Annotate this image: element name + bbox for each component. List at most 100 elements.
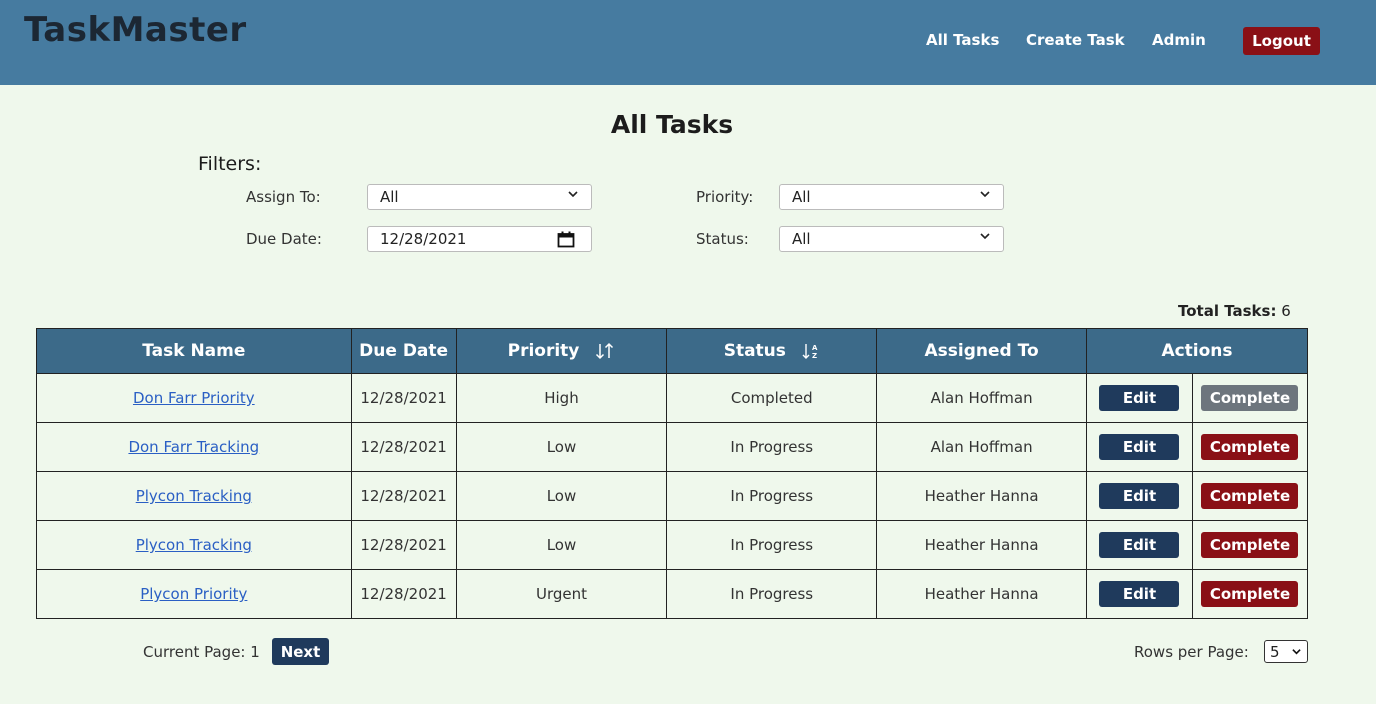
nav-admin[interactable]: Admin: [1152, 31, 1206, 49]
assign-to-select[interactable]: All: [367, 184, 592, 210]
rows-per-page-select[interactable]: 5: [1264, 640, 1308, 663]
col-assigned-to: Assigned To: [876, 328, 1087, 374]
col-status-label: Status: [723, 341, 786, 361]
table-header-row: Task Name Due Date Priority Status A Z A…: [36, 328, 1309, 374]
table-row: Plycon Tracking 12/28/2021 Low In Progress H…: [36, 520, 1309, 570]
col-task-name-label: Task Name: [142, 341, 246, 361]
task-name-link[interactable]: Don Farr Tracking: [128, 438, 259, 456]
due-date-cell: 12/28/2021: [350, 422, 457, 472]
rows-per-page-label: Rows per Page:: [1134, 643, 1249, 661]
nav-all-tasks[interactable]: All Tasks: [926, 31, 999, 49]
col-due-date: Due Date: [350, 328, 457, 374]
complete-button[interactable]: Complete: [1201, 581, 1299, 607]
next-page-button[interactable]: Next: [272, 638, 329, 665]
actions-cell: Edit Complete: [1085, 373, 1309, 423]
status-cell: In Progress: [666, 520, 878, 570]
due-date-value: 12/28/2021: [380, 230, 467, 248]
assign-to-label: Assign To:: [246, 188, 321, 206]
col-actions: Actions: [1085, 328, 1309, 374]
due-date-cell: 12/28/2021: [350, 373, 457, 423]
rows-per-page-value: 5: [1270, 643, 1280, 661]
tasks-table: Task Name Due Date Priority Status A Z A…: [36, 328, 1309, 619]
col-priority-label: Priority: [507, 341, 580, 361]
total-tasks-label: Total Tasks:: [1178, 302, 1277, 320]
assigned-to-cell: Alan Hoffman: [876, 373, 1087, 423]
due-date-cell: 12/28/2021: [350, 520, 457, 570]
filters-heading: Filters:: [198, 153, 262, 175]
complete-button: Complete: [1201, 385, 1299, 411]
priority-label: Priority:: [696, 188, 754, 206]
task-name-link[interactable]: Plycon Priority: [140, 585, 247, 603]
assigned-to-cell: Heather Hanna: [876, 569, 1087, 619]
nav-create-task[interactable]: Create Task: [1026, 31, 1125, 49]
sort-arrows-icon[interactable]: [595, 342, 615, 360]
table-row: Don Farr Tracking 12/28/2021 Low In Progres…: [36, 422, 1309, 472]
col-due-date-label: Due Date: [359, 341, 449, 361]
sort-alpha-icon[interactable]: A Z: [802, 342, 820, 360]
priority-cell: Low: [455, 422, 668, 472]
col-actions-label: Actions: [1161, 341, 1233, 361]
status-cell: In Progress: [666, 471, 878, 521]
actions-cell: Edit Complete: [1085, 471, 1309, 521]
page-title: All Tasks: [610, 110, 734, 139]
task-name-link[interactable]: Plycon Tracking: [136, 536, 252, 554]
status-cell: In Progress: [666, 569, 878, 619]
chevron-down-icon: [980, 191, 990, 198]
priority-cell: Urgent: [455, 569, 668, 619]
table-row: Plycon Tracking 12/28/2021 Low In Progress H…: [36, 471, 1309, 521]
due-date-label: Due Date:: [246, 230, 322, 248]
status-select[interactable]: All: [779, 226, 1004, 252]
due-date-cell: 12/28/2021: [350, 471, 457, 521]
complete-button[interactable]: Complete: [1201, 532, 1299, 558]
assigned-to-cell: Alan Hoffman: [876, 422, 1087, 472]
total-tasks: Total Tasks: 6: [1178, 302, 1291, 320]
edit-button[interactable]: Edit: [1099, 483, 1180, 509]
priority-select[interactable]: All: [779, 184, 1004, 210]
due-date-input[interactable]: 12/28/2021: [367, 226, 592, 252]
total-tasks-value: 6: [1281, 302, 1291, 320]
table-row: Don Farr Priority 12/28/2021 High Completed…: [36, 373, 1309, 423]
col-priority[interactable]: Priority: [455, 328, 668, 374]
due-date-cell: 12/28/2021: [350, 569, 457, 619]
priority-cell: Low: [455, 520, 668, 570]
edit-button[interactable]: Edit: [1099, 385, 1180, 411]
complete-button[interactable]: Complete: [1201, 483, 1299, 509]
priority-cell: Low: [455, 471, 668, 521]
task-name-cell: Plycon Tracking: [36, 471, 352, 521]
task-name-cell: Don Farr Priority: [36, 373, 352, 423]
svg-text:A: A: [812, 344, 818, 352]
logout-button[interactable]: Logout: [1243, 27, 1320, 55]
task-name-cell: Plycon Tracking: [36, 520, 352, 570]
table-row: Plycon Priority 12/28/2021 Urgent In Progre…: [36, 569, 1309, 619]
edit-button[interactable]: Edit: [1099, 532, 1180, 558]
status-label: Status:: [696, 230, 749, 248]
calendar-icon[interactable]: [557, 231, 575, 248]
current-page: Current Page: 1: [143, 643, 260, 661]
assigned-to-cell: Heather Hanna: [876, 471, 1087, 521]
task-name-link[interactable]: Don Farr Priority: [133, 389, 255, 407]
status-cell: In Progress: [666, 422, 878, 472]
status-value: All: [792, 230, 811, 248]
assigned-to-cell: Heather Hanna: [876, 520, 1087, 570]
priority-value: All: [792, 188, 811, 206]
col-task-name: Task Name: [36, 328, 352, 374]
svg-text:Z: Z: [812, 352, 817, 360]
edit-button[interactable]: Edit: [1099, 434, 1180, 460]
top-navbar: TaskMaster All Tasks Create Task Admin L…: [0, 0, 1376, 85]
actions-cell: Edit Complete: [1085, 422, 1309, 472]
task-name-cell: Plycon Priority: [36, 569, 352, 619]
actions-cell: Edit Complete: [1085, 520, 1309, 570]
main-nav: All Tasks Create Task Admin Logout: [0, 27, 1376, 57]
col-status[interactable]: Status A Z: [666, 328, 878, 374]
task-name-cell: Don Farr Tracking: [36, 422, 352, 472]
task-name-link[interactable]: Plycon Tracking: [136, 487, 252, 505]
actions-cell: Edit Complete: [1085, 569, 1309, 619]
edit-button[interactable]: Edit: [1099, 581, 1180, 607]
assign-to-value: All: [380, 188, 399, 206]
complete-button[interactable]: Complete: [1201, 434, 1299, 460]
status-cell: Completed: [666, 373, 878, 423]
col-assigned-to-label: Assigned To: [924, 341, 1039, 361]
chevron-down-icon: [1292, 649, 1301, 655]
chevron-down-icon: [568, 191, 578, 198]
chevron-down-icon: [980, 233, 990, 240]
